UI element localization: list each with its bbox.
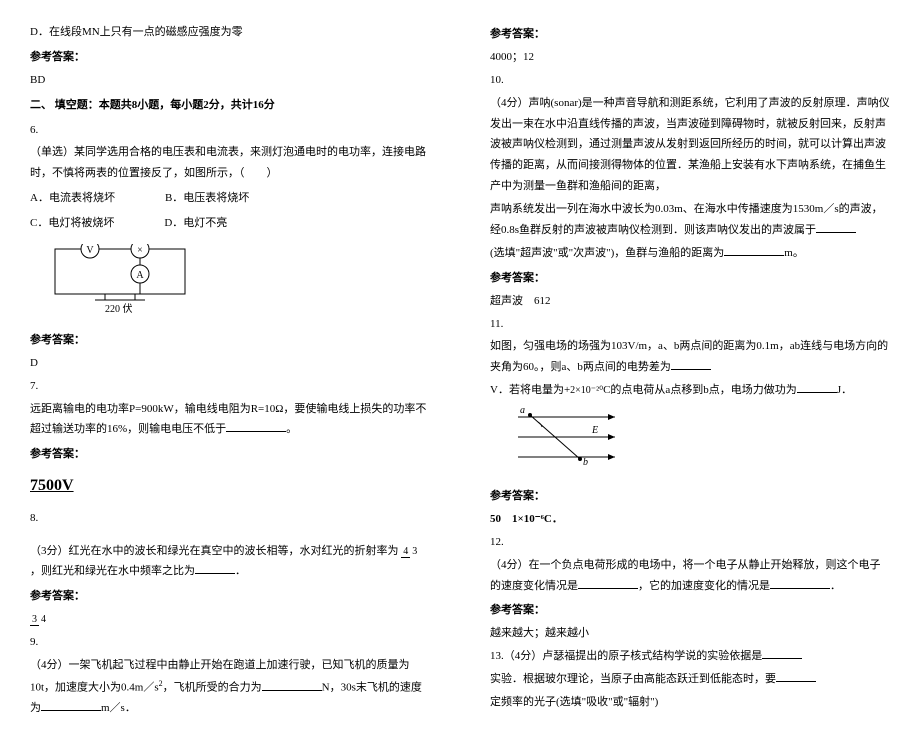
q6-option-a: A．电流表将烧坏: [30, 188, 115, 209]
q8-answer: 34: [30, 609, 430, 630]
q11-text-2: V．若将电量为+2×10⁻²⁰C的点电荷从a点移到b点，电场力做功为J．: [490, 380, 890, 401]
q13-text-c: 定频率的光子(选填"吸收"或"辐射"): [490, 692, 890, 713]
q13-line: 13.（4分）卢瑟福提出的原子核式结构学说的实验依据是: [490, 646, 890, 667]
svg-text:V: V: [86, 245, 94, 256]
q10-text-b: 声呐系统发出一列在海水中波长为0.03m、在海水中传播速度为1530m／s的声波…: [490, 199, 890, 241]
svg-text:A: A: [136, 270, 144, 281]
q12-answer: 越来越大；越来越小: [490, 623, 890, 644]
svg-text:E: E: [591, 425, 598, 436]
q6-answer: D: [30, 353, 430, 374]
q11-number: 11.: [490, 314, 890, 335]
circuit-diagram: V × A 220 伏: [50, 244, 430, 322]
q10-text-a: （4分）声呐(sonar)是一种声音导航和测距系统，它利用了声波的反射原理．声呐…: [490, 93, 890, 197]
answer-label: 参考答案：: [30, 444, 430, 465]
q7-answer: 7500V: [30, 471, 430, 501]
q6-number: 6.: [30, 120, 430, 141]
q9-number: 9.: [30, 632, 430, 653]
q5-answer: BD: [30, 70, 430, 91]
svg-text:b: b: [583, 457, 588, 468]
q5-option-d: D．在线段MN上只有一点的磁感应强度为零: [30, 22, 430, 43]
answer-label: 参考答案：: [490, 268, 890, 289]
q9-answer: 4000；12: [490, 47, 890, 68]
q6-option-d: D．电灯不亮: [164, 213, 227, 234]
answer-label: 参考答案：: [490, 600, 890, 621]
q10-answer: 超声波 612: [490, 291, 890, 312]
q11-text: 如图，匀强电场的场强为103V/m，a、b两点间的距离为0.1m，ab连线与电场…: [490, 336, 890, 378]
q9-text: （4分）一架飞机起飞过程中由静止开始在跑道上加速行驶，已知飞机的质量为10t，加…: [30, 655, 430, 719]
q10-number: 10.: [490, 70, 890, 91]
answer-label: 参考答案：: [30, 330, 430, 351]
q13-text-b: 实验．根据玻尔理论，当原子由高能态跃迁到低能态时，要: [490, 669, 890, 690]
q10-text-c: (选填"超声波"或"次声波")，鱼群与渔船的距离为m。: [490, 243, 890, 264]
q7-number: 7.: [30, 376, 430, 397]
q11-answer: 50 1×10⁻⁶C．: [490, 509, 890, 530]
section-2-title: 二、 填空题：本题共8小题，每小题2分，共计16分: [30, 95, 430, 116]
answer-label: 参考答案：: [490, 486, 890, 507]
q6-option-c: C．电灯将被烧坏: [30, 213, 114, 234]
q8-text: （3分）红光在水中的波长和绿光在真空中的波长相等，水对红光的折射率为 43 ，则…: [30, 541, 430, 583]
svg-text:220 伏: 220 伏: [105, 302, 133, 314]
q12-text: （4分）在一个负点电荷形成的电场中，将一个电子从静止开始释放，则这个电子的速度变…: [490, 555, 890, 597]
answer-label: 参考答案：: [30, 47, 430, 68]
answer-label: 参考答案：: [30, 586, 430, 607]
q7-text: 远距离输电的电功率P=900kW，输电线电阻为R=10Ω，要使输电线上损失的功率…: [30, 399, 430, 441]
q12-number: 12.: [490, 532, 890, 553]
svg-text:×: ×: [137, 245, 143, 256]
q6-text: （单选）某同学选用合格的电压表和电流表，来测灯泡通电时的电功率，连接电路时，不慎…: [30, 142, 430, 184]
svg-text:a: a: [520, 407, 525, 416]
field-diagram: a b E: [510, 407, 890, 480]
answer-label: 参考答案：: [490, 24, 890, 45]
q8-number: 8.: [30, 508, 430, 529]
q6-option-b: B．电压表将烧坏: [165, 188, 249, 209]
